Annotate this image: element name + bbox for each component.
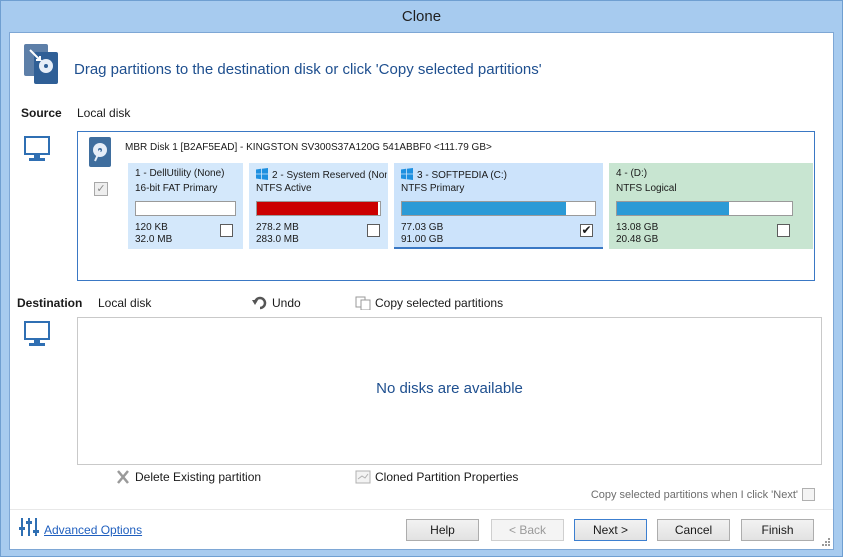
usage-bar-fill	[402, 202, 567, 215]
resize-grip-icon[interactable]	[821, 537, 831, 547]
sliders-icon	[19, 518, 39, 536]
source-disk-label: Local disk	[77, 106, 131, 120]
undo-button[interactable]: Undo	[252, 296, 301, 310]
partition-name: 1 - DellUtility (None)	[135, 168, 225, 179]
delete-existing-partition-button[interactable]: Delete Existing partition	[115, 470, 261, 484]
usage-bar-fill	[617, 202, 729, 215]
undo-label: Undo	[272, 296, 301, 310]
copy-selected-partitions-button[interactable]: Copy selected partitions	[355, 296, 503, 310]
copy-selected-label: Copy selected partitions	[375, 296, 504, 310]
partition-name: 3 - SOFTPEDIA (C:)	[417, 170, 508, 181]
usage-bar	[135, 201, 236, 216]
total-size: 283.0 MB	[256, 234, 299, 245]
partition-4[interactable]: 4 - (D:) NTFS Logical 13.08 GB 20.48 GB	[609, 163, 813, 249]
back-button[interactable]: < Back	[491, 519, 564, 541]
disk-title: MBR Disk 1 [B2AF5EAD] - KINGSTON SV300S3…	[125, 142, 492, 153]
next-button[interactable]: Next >	[574, 519, 647, 541]
used-size: 77.03 GB	[401, 222, 444, 233]
partition-type: NTFS Primary	[401, 183, 465, 194]
usage-bar-fill	[257, 202, 378, 215]
advanced-options-link[interactable]: Advanced Options	[44, 523, 142, 537]
monitor-icon	[24, 136, 50, 161]
partition-checkbox[interactable]: ✔	[580, 224, 593, 237]
finish-button[interactable]: Finish	[741, 519, 814, 541]
usage-bar	[401, 201, 596, 216]
help-button[interactable]: Help	[406, 519, 479, 541]
partition-checkbox[interactable]	[220, 224, 233, 237]
clone-window: Clone Drag partitions to the destination…	[0, 0, 843, 557]
partition-2[interactable]: 2 - System Reserved (Non NTFS Active 278…	[249, 163, 388, 249]
wizard-body: Drag partitions to the destination disk …	[9, 32, 834, 550]
advanced-options[interactable]: Advanced Options	[18, 516, 142, 541]
partition-checkbox[interactable]	[367, 224, 380, 237]
partition-3[interactable]: 3 - SOFTPEDIA (C:) NTFS Primary 77.03 GB…	[394, 163, 603, 249]
total-size: 32.0 MB	[135, 234, 173, 245]
disk-clone-icon	[24, 44, 58, 84]
partition-1[interactable]: 1 - DellUtility (None) 16-bit FAT Primar…	[128, 163, 243, 249]
no-disks-message: No disks are available	[376, 380, 523, 397]
source-disk-panel[interactable]: MBR Disk 1 [B2AF5EAD] - KINGSTON SV300S3…	[77, 131, 815, 281]
cloned-props-label: Cloned Partition Properties	[375, 470, 519, 484]
monitor-icon	[24, 321, 50, 346]
windows-logo-icon	[256, 168, 268, 180]
destination-label: Destination	[17, 296, 83, 310]
destination-disk-label: Local disk	[98, 296, 152, 310]
partition-name: 2 - System Reserved (Non	[272, 170, 387, 181]
copy-on-next-checkbox[interactable]	[802, 488, 815, 501]
cloned-partition-properties-button[interactable]: Cloned Partition Properties	[355, 470, 518, 484]
used-size: 13.08 GB	[616, 222, 659, 233]
used-size: 120 KB	[135, 222, 168, 233]
copy-on-next-label: Copy selected partitions when I click 'N…	[590, 489, 798, 501]
copy-on-next-option[interactable]: Copy selected partitions when I click 'N…	[591, 488, 815, 501]
partition-name-row: 3 - SOFTPEDIA (C:)	[401, 168, 507, 181]
delete-icon	[117, 470, 129, 484]
windows-logo-icon	[401, 168, 413, 180]
footer-divider	[10, 509, 833, 510]
usage-bar	[256, 201, 381, 216]
partition-type: NTFS Active	[256, 183, 312, 194]
partition-name-row: 2 - System Reserved (Non	[256, 168, 387, 181]
total-size: 20.48 GB	[616, 234, 659, 245]
copy-icon	[355, 296, 371, 310]
cancel-button[interactable]: Cancel	[657, 519, 730, 541]
undo-icon	[252, 296, 267, 310]
hard-disk-icon	[89, 137, 111, 167]
used-size: 278.2 MB	[256, 222, 299, 233]
partition-name: 4 - (D:)	[616, 168, 648, 179]
usage-bar	[616, 201, 793, 216]
window-title: Clone	[401, 8, 442, 25]
disk-checkbox[interactable]: ✓	[94, 182, 108, 196]
partition-checkbox[interactable]	[777, 224, 790, 237]
source-label: Source	[21, 106, 62, 120]
instruction-text: Drag partitions to the destination disk …	[74, 61, 542, 78]
delete-existing-label: Delete Existing partition	[135, 470, 262, 484]
partition-type: NTFS Logical	[616, 183, 677, 194]
total-size: 91.00 GB	[401, 234, 444, 245]
destination-disk-panel[interactable]: No disks are available	[77, 317, 822, 465]
properties-icon	[355, 470, 371, 484]
partition-type: 16-bit FAT Primary	[135, 183, 218, 194]
